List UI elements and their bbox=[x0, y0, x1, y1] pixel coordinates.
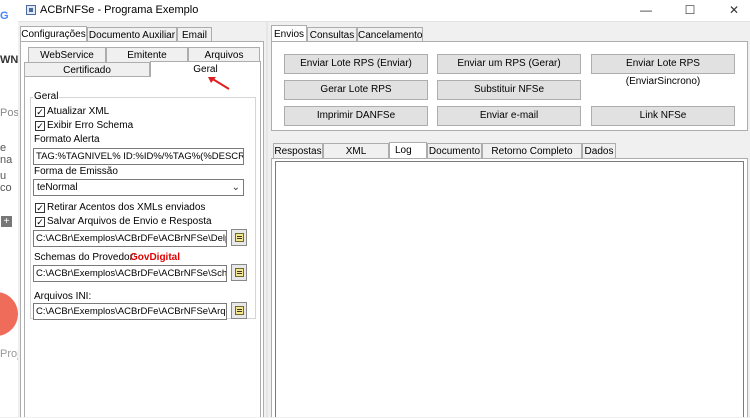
maximize-button[interactable]: ☐ bbox=[682, 3, 698, 17]
close-button[interactable]: ✕ bbox=[726, 3, 742, 17]
atualizar-xml-label: Atualizar XML bbox=[47, 106, 110, 117]
group-title: Geral bbox=[33, 91, 60, 102]
provedor-name: GovDigital bbox=[130, 252, 181, 263]
enviar-um-rps-button[interactable]: Enviar um RPS (Gerar) bbox=[437, 54, 581, 74]
splitter[interactable] bbox=[266, 22, 268, 417]
salvar-arquivos-checkbox[interactable]: ✓ bbox=[35, 217, 45, 227]
tab-documento[interactable]: Documento bbox=[427, 143, 482, 158]
background-window-strip: G WN Post e na u co + Proj bbox=[0, 0, 19, 417]
tab-envios[interactable]: Envios bbox=[271, 25, 307, 42]
tab-emitente[interactable]: Emitente bbox=[106, 47, 188, 62]
bg-fragment: u co bbox=[0, 170, 12, 194]
browse-ini-button[interactable] bbox=[231, 302, 247, 319]
tab-log[interactable]: Log bbox=[389, 142, 427, 159]
enviar-lote-rps-button[interactable]: Enviar Lote RPS (Enviar) bbox=[284, 54, 428, 74]
atualizar-xml-checkbox[interactable]: ✓ bbox=[35, 107, 45, 117]
chevron-down-icon: ⌄ bbox=[231, 182, 240, 193]
salvar-arquivos-label: Salvar Arquivos de Envio e Resposta bbox=[47, 216, 212, 227]
path-schemas-input[interactable]: C:\ACBr\Exemplos\ACBrDFe\ACBrNFSe\Schem bbox=[33, 265, 227, 282]
exibir-erro-label: Exibir Erro Schema bbox=[47, 120, 134, 131]
log-textarea[interactable] bbox=[275, 161, 744, 417]
tab-respostas[interactable]: Respostas bbox=[273, 143, 323, 158]
tab-webservice[interactable]: WebService bbox=[28, 47, 106, 62]
formato-alerta-label: Formato Alerta bbox=[34, 134, 100, 145]
bg-plus-icon: + bbox=[1, 216, 12, 227]
exibir-erro-checkbox[interactable]: ✓ bbox=[35, 121, 45, 131]
tab-retorno-completo[interactable]: Retorno Completo WS bbox=[482, 143, 582, 172]
tab-dados[interactable]: Dados bbox=[582, 143, 616, 158]
enviar-email-button[interactable]: Enviar e-mail bbox=[437, 106, 581, 126]
bg-fragment: Post bbox=[0, 107, 19, 119]
arquivos-ini-label: Arquivos INI: bbox=[34, 291, 92, 302]
tab-email[interactable]: Email bbox=[177, 27, 212, 42]
forma-emissao-label: Forma de Emissão bbox=[34, 166, 118, 177]
gerar-lote-rps-button[interactable]: Gerar Lote RPS bbox=[284, 80, 428, 100]
path-ini-input[interactable]: C:\ACBr\Exemplos\ACBrDFe\ACBrNFSe\ArqINI bbox=[33, 303, 227, 320]
formato-alerta-input[interactable]: TAG:%TAGNIVEL% ID:%ID%/%TAG%(%DESCRI bbox=[33, 148, 244, 165]
schemas-label: Schemas do Provedor: bbox=[34, 252, 136, 263]
tab-cancelamento[interactable]: Cancelamento bbox=[357, 27, 423, 42]
folder-icon bbox=[235, 306, 244, 315]
substituir-nfse-button[interactable]: Substituir NFSe bbox=[437, 80, 581, 100]
browse-arquivos-button[interactable] bbox=[231, 229, 247, 246]
tab-documento-auxiliar[interactable]: Documento Auxiliar bbox=[87, 27, 177, 42]
tab-geral[interactable]: Geral bbox=[150, 61, 261, 77]
folder-icon bbox=[235, 233, 244, 242]
imprimir-danfse-button[interactable]: Imprimir DANFSe bbox=[284, 106, 428, 126]
enviar-lote-sincrono-button[interactable]: Enviar Lote RPS (EnviarSincrono) bbox=[591, 54, 735, 87]
bg-fragment: e na bbox=[0, 142, 13, 166]
browse-schemas-button[interactable] bbox=[231, 264, 247, 281]
forma-emissao-select[interactable]: teNormal ⌄ bbox=[33, 179, 244, 196]
minimize-button[interactable]: — bbox=[638, 3, 654, 17]
tab-xml-resposta[interactable]: XML Resposta bbox=[323, 143, 389, 172]
tab-certificado[interactable]: Certificado bbox=[24, 62, 150, 77]
tab-arquivos[interactable]: Arquivos bbox=[188, 47, 260, 62]
bg-avatar-circle bbox=[0, 292, 18, 336]
bg-fragment: Proj bbox=[0, 348, 19, 360]
link-nfse-button[interactable]: Link NFSe bbox=[591, 106, 735, 126]
forma-emissao-value: teNormal bbox=[37, 182, 78, 193]
bg-fragment: WN bbox=[0, 54, 19, 66]
retirar-acentos-checkbox[interactable]: ✓ bbox=[35, 203, 45, 213]
path-arquivos-input[interactable]: C:\ACBr\Exemplos\ACBrDFe\ACBrNFSe\Delphi bbox=[33, 230, 227, 247]
tab-configuracoes[interactable]: Configurações bbox=[20, 26, 87, 41]
bg-fragment-g: G bbox=[0, 10, 9, 22]
window-title: ACBrNFSe - Programa Exemplo bbox=[40, 4, 199, 16]
retirar-acentos-label: Retirar Acentos dos XMLs enviados bbox=[47, 202, 206, 213]
app-icon bbox=[26, 5, 36, 15]
tab-consultas[interactable]: Consultas bbox=[307, 27, 357, 42]
folder-icon bbox=[235, 268, 244, 277]
